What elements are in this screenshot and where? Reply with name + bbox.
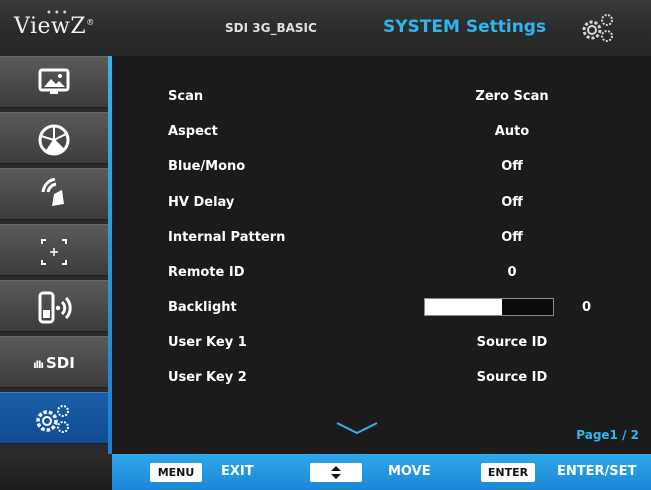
setting-label: Internal Pattern [168, 230, 286, 245]
system-gear-icon [36, 405, 69, 433]
gear-pair-icon [582, 14, 613, 42]
setting-label: Scan [168, 89, 204, 104]
setting-row-aspect[interactable]: Aspect Auto [112, 121, 651, 145]
page-title: SYSTEM Settings [383, 17, 547, 37]
backlight-slider[interactable] [424, 298, 554, 316]
settings-panel: Scan Zero Scan Aspect Auto Blue/Mono Off… [112, 56, 651, 454]
setting-row-user-key-2[interactable]: User Key 2 Source ID [112, 367, 651, 391]
input-source-name: SDI 3G_BASIC [225, 21, 317, 35]
setting-row-remote-id[interactable]: Remote ID 0 [112, 262, 651, 286]
scroll-down-chevron-icon[interactable] [335, 420, 379, 436]
setting-value: 0 [582, 300, 592, 315]
setting-value[interactable]: Off [442, 195, 582, 210]
setting-row-blue-mono[interactable]: Blue/Mono Off [112, 156, 651, 180]
setting-row-scan[interactable]: Scan Zero Scan [112, 86, 651, 110]
sidebar-item-system[interactable] [0, 392, 108, 444]
up-down-arrow-icon[interactable] [310, 463, 362, 482]
setting-row-internal-pattern[interactable]: Internal Pattern Off [112, 227, 651, 251]
page-indicator: Page1 / 2 [576, 428, 639, 442]
backlight-slider-fill [425, 299, 502, 315]
setting-label: User Key 2 [168, 370, 247, 385]
setting-row-hv-delay[interactable]: HV Delay Off [112, 192, 651, 216]
setting-label: Backlight [168, 300, 237, 315]
setting-row-user-key-1[interactable]: User Key 1 Source ID [112, 332, 651, 356]
setting-label: Blue/Mono [168, 159, 246, 174]
setting-label: User Key 1 [168, 335, 247, 350]
setting-row-backlight[interactable]: Backlight 0 [112, 297, 651, 321]
sidebar-item-remote[interactable] [0, 280, 108, 332]
picture-monitor-icon [38, 68, 70, 94]
sidebar-item-sdi[interactable]: ıllı SDI [0, 336, 108, 388]
setting-label: HV Delay [168, 195, 235, 210]
sidebar-item-label: SDI [45, 354, 75, 372]
remote-signal-icon [38, 291, 72, 324]
marker-crosshair-icon [41, 239, 67, 265]
header-bar: ••• ViewZ® SDI 3G_BASIC SYSTEM Settings [0, 0, 651, 56]
color-wheel-icon [38, 124, 70, 156]
viewz-logo: ••• ViewZ® [14, 8, 95, 39]
sidebar-item-marker[interactable] [0, 224, 108, 276]
setting-value[interactable]: Source ID [442, 370, 582, 385]
exit-action-label: EXIT [221, 464, 254, 479]
setting-label: Remote ID [168, 265, 245, 280]
setting-value[interactable]: 0 [442, 265, 582, 280]
sidebar-item-picture[interactable] [0, 56, 108, 108]
setting-value[interactable]: Off [442, 230, 582, 245]
sdi-levels-icon: ıllı [33, 360, 44, 371]
setting-value[interactable]: Off [442, 159, 582, 174]
setting-label: Aspect [168, 124, 218, 139]
sidebar-item-color[interactable] [0, 112, 108, 164]
menu-key[interactable]: MENU [150, 463, 202, 482]
sidebar-item-audio[interactable] [0, 168, 108, 220]
setting-value[interactable]: Zero Scan [442, 89, 582, 104]
menu-sidebar: ıllı SDI [0, 56, 108, 454]
move-action-label: MOVE [388, 464, 431, 479]
footer-key-guide: MENU EXIT MOVE ENTER ENTER/SET [112, 454, 651, 490]
enter-set-action-label: ENTER/SET [557, 464, 637, 479]
setting-value[interactable]: Auto [442, 124, 582, 139]
setting-value[interactable]: Source ID [442, 335, 582, 350]
audio-speaker-icon [41, 178, 64, 206]
enter-key[interactable]: ENTER [481, 463, 535, 482]
